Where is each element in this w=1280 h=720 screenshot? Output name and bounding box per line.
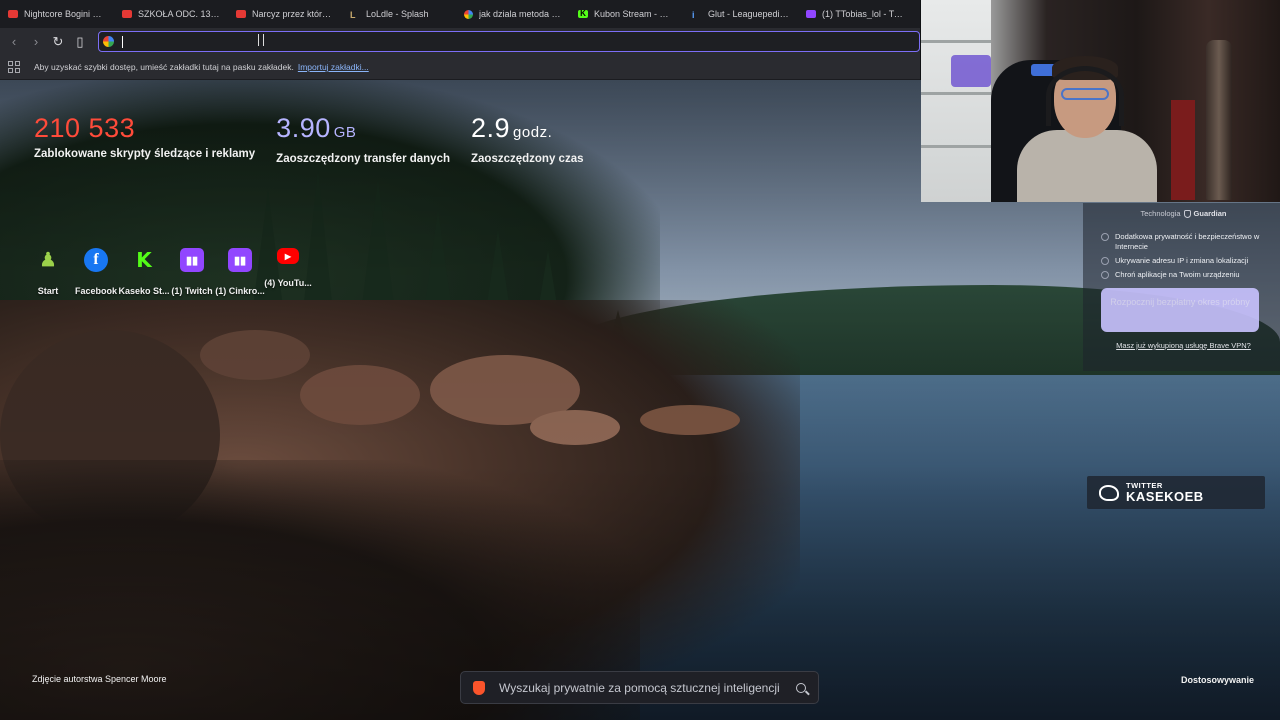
kick-icon: K [136, 248, 152, 272]
loldle-icon: L [350, 10, 356, 20]
youtube-icon [8, 10, 18, 18]
browser-tab[interactable]: Nightcore Bogini Sexu [0, 0, 114, 28]
stat-value: 2.9 godz. [471, 113, 553, 143]
youtube-icon [122, 10, 132, 18]
twitter-bird-icon [1099, 484, 1119, 501]
top-sites: ♟ Start f Facebook K Kaseko St... ▮▮ (1) Twi… [24, 248, 312, 296]
shield-icon [1183, 209, 1191, 218]
facebook-icon: f [84, 248, 108, 272]
browser-toolbar: ‹ › ↻ ▯ [0, 28, 920, 55]
stat-trackers-blocked: 210 533 Zablokowane skrypty śledzące i r… [34, 112, 255, 165]
stat-unit: GB [333, 124, 357, 141]
stat-unit: godz. [513, 124, 553, 141]
youtube-icon: ▶ [277, 248, 299, 264]
browser-tab[interactable]: L LoLdle - Splash [342, 0, 456, 28]
browser-tab[interactable]: iGlut - Leaguepedia | Le [684, 0, 798, 28]
top-site-twitch[interactable]: ▮▮ (1) Twitch [168, 248, 216, 296]
chess-pawn-icon: ♟ [39, 249, 57, 271]
leaguepedia-icon: i [692, 10, 695, 20]
top-site-youtube[interactable]: ▶ (4) YouTu... [264, 248, 312, 296]
apps-grid-icon[interactable] [8, 61, 20, 73]
bookmarks-bar: Aby uzyskać szybki dostęp, umieść zakład… [0, 55, 920, 80]
search-icon[interactable] [796, 682, 806, 693]
brave-lion-icon [473, 680, 485, 695]
vpn-feature-list: Dodatkowa prywatność i bezpieczeństwo w … [1101, 232, 1266, 280]
already-purchased-link[interactable]: Masz już wykupioną usługę Brave VPN? [1101, 341, 1266, 350]
stat-value: 3.90 GB [276, 113, 357, 143]
address-input[interactable] [123, 35, 919, 48]
twitter-badge: TWITTER KASEKOEB [1087, 476, 1265, 509]
stat-label: Zablokowane skrypty śledzące i reklamy [34, 148, 256, 160]
bookmark-icon[interactable]: ▯ [70, 32, 90, 52]
browser-tab[interactable]: SZKOŁA ODC. 132 CZ. [114, 0, 228, 28]
top-site-facebook[interactable]: f Facebook [72, 248, 120, 296]
mouse-cursor [258, 34, 264, 46]
webcam-overlay [921, 0, 1280, 202]
brave-stats: 210 533 Zablokowane skrypty śledzące i r… [34, 112, 604, 165]
reload-icon[interactable]: ↻ [48, 32, 68, 52]
browser-tab[interactable]: K Kubon Stream - Watch [570, 0, 684, 28]
import-bookmarks-link[interactable]: Importuj zakładki... [298, 62, 369, 72]
stat-time-saved: 2.9 godz. Zaoszczędzony czas [471, 112, 583, 165]
tab-strip: Nightcore Bogini Sexu SZKOŁA ODC. 132 CZ… [0, 0, 920, 28]
stat-label: Zaoszczędzony czas [471, 153, 584, 165]
start-trial-button[interactable]: Rozpocznij bezpłatny okres próbny [1101, 288, 1259, 332]
address-bar[interactable] [98, 31, 920, 52]
list-item: Chroń aplikacje na Twoim urządzeniu [1101, 270, 1266, 280]
vpn-promo-card: Technologia Guardian Dodatkowa prywatnoś… [1083, 203, 1280, 371]
top-site-kaseko[interactable]: K Kaseko St... [118, 248, 169, 296]
stat-bandwidth-saved: 3.90 GB Zaoszczędzony transfer danych [276, 112, 450, 165]
back-icon[interactable]: ‹ [4, 32, 24, 52]
google-icon [464, 9, 473, 19]
google-icon [103, 36, 114, 47]
bookmarks-prompt: Aby uzyskać szybki dostęp, umieść zakład… [34, 62, 294, 72]
forward-icon[interactable]: › [26, 32, 46, 52]
twitch-icon [806, 10, 816, 18]
list-item: Ukrywanie adresu IP i zmiana lokalizacji [1101, 256, 1266, 266]
photo-credit[interactable]: Zdjęcie autorstwa Spencer Moore [32, 674, 167, 684]
youtube-icon [236, 10, 246, 18]
twitch-icon: ▮▮ [180, 248, 204, 272]
customize-button[interactable]: Dostosowywanie [1181, 675, 1254, 685]
twitch-icon: ▮▮ [228, 248, 252, 272]
browser-tab[interactable]: (1) TTobias_lol - Twitch [798, 0, 912, 28]
stat-label: Zaoszczędzony transfer danych [276, 153, 450, 165]
browser-tab[interactable]: jak dziala metoda invit [456, 0, 570, 28]
ai-search-box[interactable]: Wyszukaj prywatnie za pomocą sztucznej i… [460, 671, 819, 704]
browser-tab[interactable]: Narcyz przez którego s [228, 0, 342, 28]
top-site-start[interactable]: ♟ Start [24, 248, 72, 297]
kick-icon: K [578, 10, 588, 18]
vpn-tech-label: Technologia Guardian [1140, 209, 1227, 218]
list-item: Dodatkowa prywatność i bezpieczeństwo w … [1101, 232, 1266, 252]
stat-value: 210 533 [34, 113, 136, 143]
search-placeholder: Wyszukaj prywatnie za pomocą sztucznej i… [499, 680, 780, 695]
top-site-cinkro[interactable]: ▮▮ (1) Cinkro... [215, 248, 265, 296]
